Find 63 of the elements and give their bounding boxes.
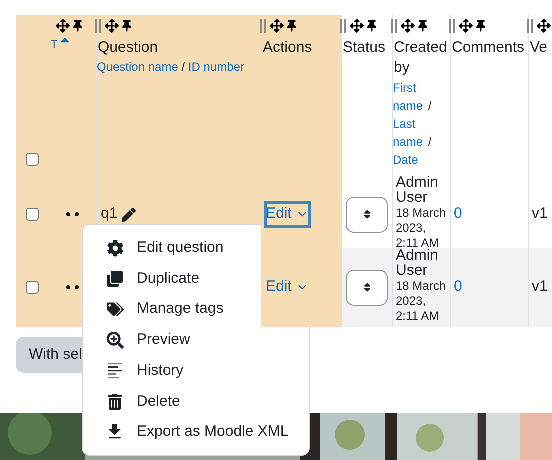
status-select[interactable] — [346, 196, 388, 232]
column-header: Actions — [263, 38, 312, 58]
column-header: Created by — [394, 38, 448, 78]
created-date: 18 March 2023, 2:11 AM — [396, 279, 448, 324]
pin-icon — [72, 20, 84, 32]
resize-handle-icon[interactable] — [260, 19, 266, 33]
menu-item[interactable]: Duplicate — [83, 264, 263, 294]
checkbox[interactable] — [26, 281, 39, 294]
zoom-in-icon — [105, 330, 125, 350]
menu-item[interactable]: Edit question — [83, 233, 263, 264]
checkbox[interactable] — [26, 208, 39, 221]
version-text: v1 — [532, 277, 548, 298]
up-down-icon — [362, 282, 372, 293]
history-icon — [107, 362, 123, 380]
creator-name: Admin User — [396, 248, 440, 278]
move-icon — [401, 19, 415, 33]
dots-icon — [66, 212, 80, 217]
pin-icon — [121, 20, 133, 32]
resize-handle-icon[interactable] — [340, 19, 346, 33]
trash-icon — [105, 392, 125, 412]
sort-link[interactable]: First name — [393, 79, 425, 115]
resize-handle-icon[interactable] — [527, 19, 533, 33]
comments-link[interactable]: 0 — [454, 276, 462, 299]
move-icon — [537, 19, 551, 33]
column-header: Status — [343, 38, 386, 58]
sort-link[interactable]: Question name — [97, 60, 178, 74]
pin-icon — [475, 20, 487, 32]
sort-link[interactable]: T — [51, 38, 58, 53]
separator: / — [180, 60, 186, 74]
move-icon — [105, 19, 119, 33]
separator: / — [427, 135, 432, 149]
pin-icon — [417, 20, 429, 32]
sort-link[interactable]: Date — [393, 151, 425, 169]
pin-icon — [286, 20, 298, 32]
duplicate-icon — [105, 269, 125, 290]
column-header: Comments — [452, 38, 525, 58]
resize-handle-icon[interactable] — [449, 19, 455, 33]
resize-handle-icon[interactable] — [391, 19, 397, 33]
move-icon — [350, 19, 364, 33]
resize-handle-icon[interactable] — [95, 19, 101, 33]
pin-icon — [366, 20, 378, 32]
column-header: Question — [98, 38, 158, 58]
up-down-icon — [362, 209, 372, 220]
dots-icon — [66, 285, 80, 290]
version-text: v1 — [532, 204, 548, 224]
sort-link[interactable]: ID number — [188, 60, 244, 74]
comments-link[interactable]: 0 — [454, 203, 462, 226]
gear-icon — [105, 238, 125, 258]
column-header: Ve — [530, 38, 548, 58]
created-date: 18 March 2023, 2:11 AM — [396, 206, 448, 250]
question-name: q1 — [101, 204, 118, 224]
menu-item[interactable]: Manage tags — [83, 294, 263, 326]
status-select[interactable] — [346, 270, 388, 306]
creator-name: Admin User — [396, 175, 440, 205]
sort-link[interactable]: Last name — [393, 115, 425, 151]
move-icon — [270, 19, 284, 33]
menu-item[interactable]: Export as Moodle XML — [83, 417, 298, 448]
move-icon — [56, 19, 70, 33]
menu-item[interactable]: Delete — [83, 386, 298, 418]
checkbox[interactable] — [26, 153, 39, 166]
separator: / — [427, 99, 432, 113]
pencil-icon — [122, 208, 136, 222]
move-icon — [459, 19, 473, 33]
